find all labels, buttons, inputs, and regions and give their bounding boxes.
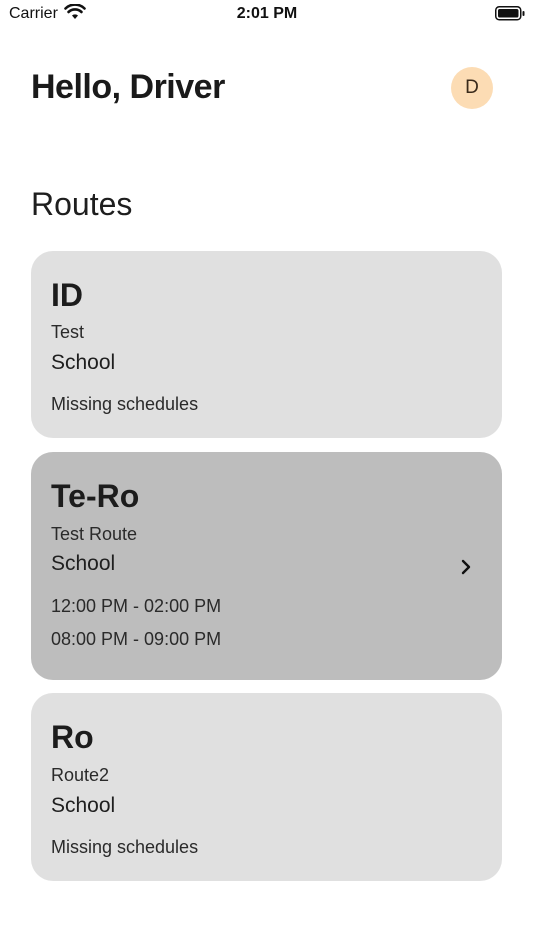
route-code: Ro [51,719,94,755]
route-card-te-ro[interactable]: Te-Ro Test Route School 12:00 PM - 02:00… [31,452,502,680]
battery-icon [495,6,525,21]
route-status: Missing schedules [51,837,199,857]
route-card-ro[interactable]: Ro Route2 School Missing schedules [31,693,502,881]
avatar[interactable]: D [451,67,493,109]
route-schedule: 08:00 PM - 09:00 PM [51,629,222,649]
route-type: School [51,552,116,575]
chevron-right-icon [461,559,471,575]
route-name: Route2 [51,765,110,785]
route-name: Test Route [51,524,138,544]
route-code: ID [51,277,83,313]
route-type: School [51,351,116,374]
route-schedule: 12:00 PM - 02:00 PM [51,596,222,616]
greeting-title: Hello, Driver [31,68,225,106]
route-name: Test [51,322,85,342]
routes-section-title: Routes [31,186,133,222]
route-status: Missing schedules [51,394,199,414]
route-card-id[interactable]: ID Test School Missing schedules [31,251,502,438]
route-type: School [51,794,116,817]
route-code: Te-Ro [51,478,140,514]
status-bar: Carrier 2:01 PM [0,0,534,28]
status-time: 2:01 PM [236,5,298,22]
